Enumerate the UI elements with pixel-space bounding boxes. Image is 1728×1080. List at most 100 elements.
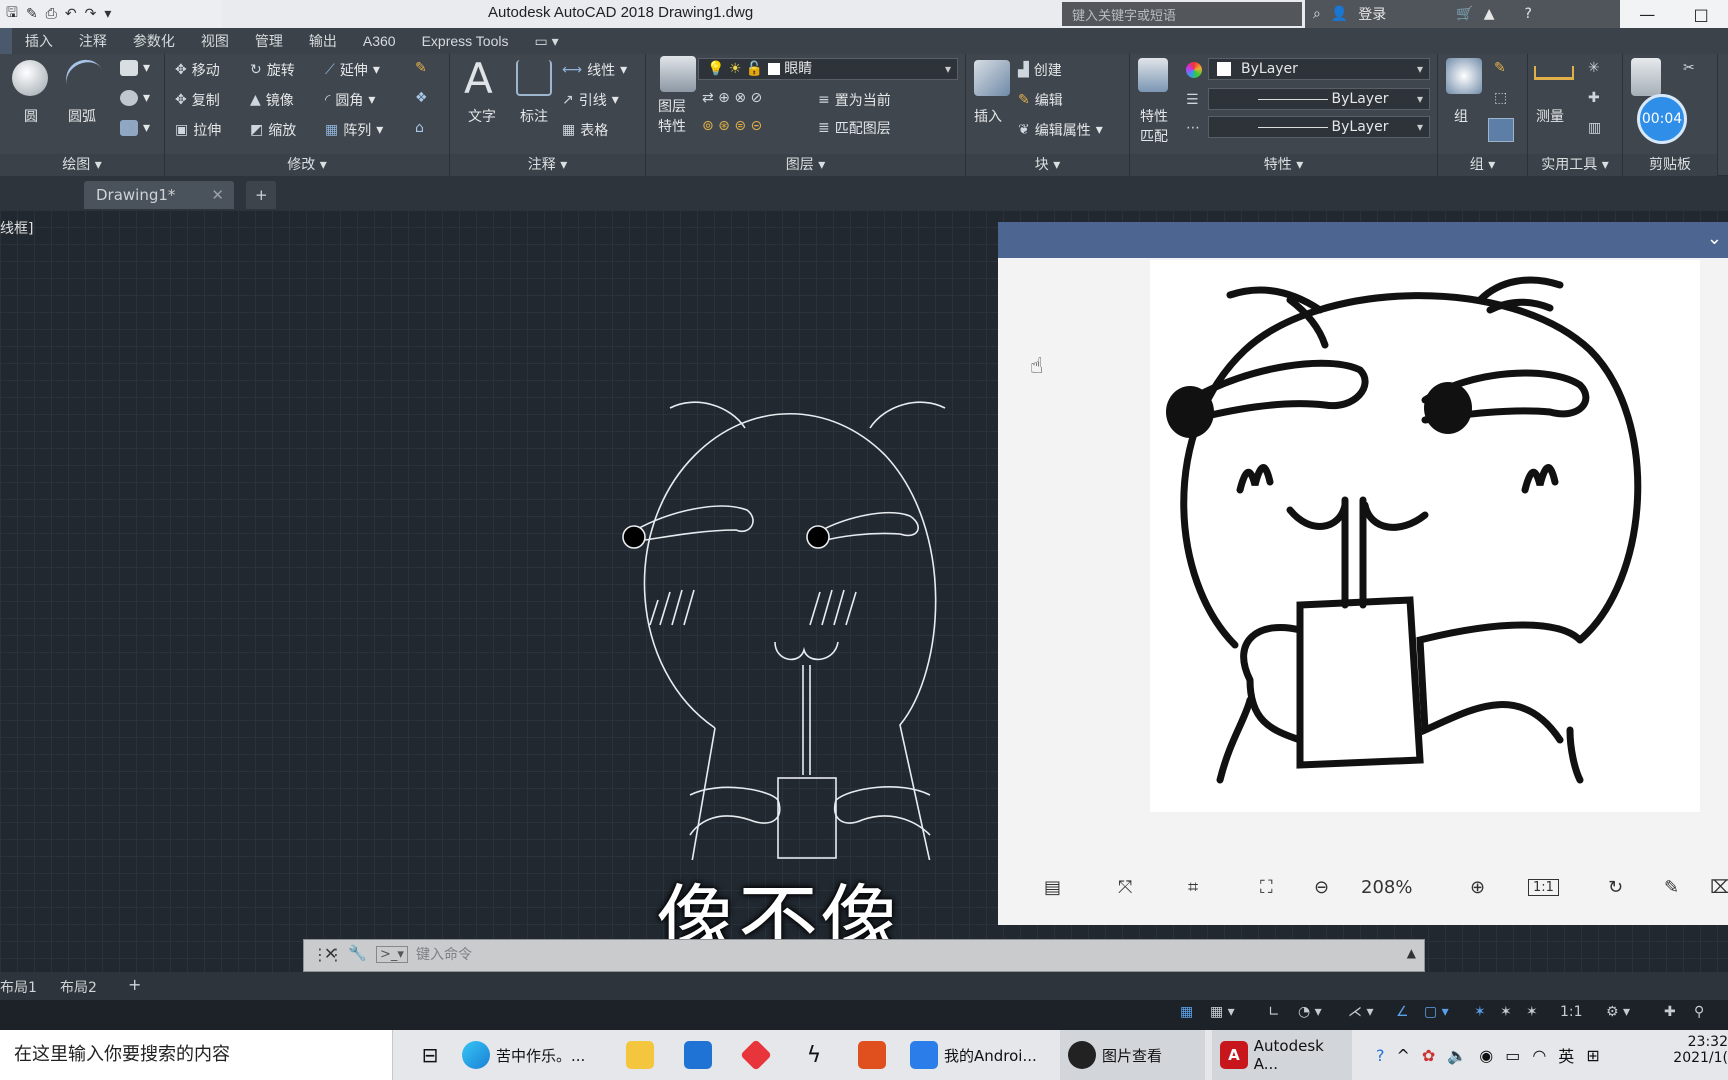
scale-button[interactable]: ◩ 缩放 bbox=[250, 120, 296, 140]
layer-tools-row2[interactable]: ⊚ ⊛ ⊜ ⊝ bbox=[702, 118, 762, 134]
dimension-button[interactable]: 标注 bbox=[520, 106, 548, 126]
group-icon[interactable] bbox=[1446, 58, 1482, 94]
viewport-control-label[interactable]: 线框] bbox=[0, 218, 33, 238]
snap-icon[interactable]: ▦ ▾ bbox=[1210, 1004, 1235, 1026]
match-layer-button[interactable]: ≣ 匹配图层 bbox=[818, 118, 891, 138]
tab-manage[interactable]: 管理 bbox=[242, 28, 296, 54]
redo-icon[interactable]: ↷ bbox=[85, 6, 97, 22]
taskbar-lightning[interactable]: ϟ bbox=[794, 1030, 834, 1080]
text-button[interactable]: 文字 bbox=[468, 106, 496, 126]
cad-drawing[interactable] bbox=[600, 380, 980, 860]
circle-icon[interactable] bbox=[12, 60, 48, 96]
chevron-up-icon[interactable]: ^ bbox=[1397, 1046, 1410, 1065]
layer-properties-icon[interactable] bbox=[660, 56, 696, 92]
wifi-icon[interactable]: ◠ bbox=[1532, 1046, 1546, 1065]
color-dropdown[interactable]: ByLayer bbox=[1208, 58, 1430, 80]
utilities-panel-label[interactable]: 实用工具 ▾ bbox=[1528, 154, 1622, 176]
annotation-scale-value[interactable]: 1:1 bbox=[1560, 1004, 1583, 1026]
ime-indicator[interactable]: 英 bbox=[1558, 1043, 1574, 1067]
color-wheel-icon[interactable] bbox=[1186, 62, 1202, 78]
tab-layout2[interactable]: 布局2 bbox=[60, 977, 97, 997]
zoom-in-icon[interactable]: ⊕ bbox=[1470, 877, 1485, 898]
copy-button[interactable]: ✥ 复制 bbox=[175, 90, 220, 110]
workspace-gear-icon[interactable]: ⚙ ▾ bbox=[1606, 1004, 1630, 1026]
rotate-button[interactable]: ↻ 旋转 bbox=[250, 60, 295, 80]
tab-output[interactable]: 输出 bbox=[296, 28, 350, 54]
mirror-button[interactable]: ▲ 镜像 bbox=[250, 90, 294, 110]
tab-parametric[interactable]: 参数化 bbox=[120, 28, 188, 54]
tab-drawing1[interactable]: Drawing1* ✕ bbox=[84, 181, 234, 209]
edit-image-icon[interactable]: ✎ bbox=[1664, 877, 1679, 898]
lineweight-toggle-icon[interactable]: ▢ ▾ bbox=[1424, 1004, 1449, 1026]
maximize-button[interactable]: □ bbox=[1694, 5, 1709, 24]
properties-panel-label[interactable]: 特性 ▾ bbox=[1130, 154, 1437, 176]
ocr-icon[interactable]: ⌗ bbox=[1188, 877, 1198, 898]
cmd-prompt-icon[interactable]: >_▾ bbox=[376, 946, 408, 963]
create-block-button[interactable]: ▟ 创建 bbox=[1018, 60, 1062, 80]
group-panel-label[interactable]: 组 ▾ bbox=[1438, 154, 1527, 176]
cmd-settings-icon[interactable]: 🔧 bbox=[348, 944, 367, 962]
new-tab-button[interactable]: + bbox=[246, 181, 276, 209]
layer-properties-l1[interactable]: 图层 bbox=[658, 96, 686, 116]
insert-icon[interactable] bbox=[974, 60, 1010, 96]
fillet-button[interactable]: ◜ 圆角 ▾ bbox=[325, 90, 375, 110]
set-current-button[interactable]: ≡ 置为当前 bbox=[818, 90, 891, 110]
binoculars-icon[interactable]: ⌕ bbox=[1313, 6, 1321, 22]
extend-button[interactable]: ⟋ 延伸 ▾ bbox=[325, 60, 380, 80]
rotate-icon[interactable]: ↻ bbox=[1608, 877, 1623, 898]
taskbar-item-android[interactable]: 我的Androi... bbox=[910, 1030, 1050, 1080]
isolate-icon[interactable]: ⚲ bbox=[1694, 1004, 1704, 1026]
circle-button[interactable]: 圆 bbox=[24, 106, 38, 126]
array-button[interactable]: ▦ 阵列 ▾ bbox=[325, 120, 383, 140]
save-icon[interactable]: 🖫 bbox=[6, 2, 18, 26]
group-button[interactable]: 组 bbox=[1454, 106, 1468, 126]
taskbar-app-red[interactable] bbox=[736, 1030, 776, 1080]
add-icon[interactable]: ✚ bbox=[1664, 1004, 1676, 1026]
dynamic-input-icon[interactable]: ∠ bbox=[1396, 1004, 1409, 1026]
taskbar-item-edge[interactable]: 苦中作乐。... bbox=[462, 1030, 597, 1080]
hatch-icon[interactable]: ▾ bbox=[120, 90, 150, 106]
tab-view[interactable]: 视图 bbox=[188, 28, 242, 54]
linear-button[interactable]: ⟷ 线性 ▾ bbox=[562, 60, 627, 80]
linetype-dropdown[interactable]: ByLayer bbox=[1208, 88, 1430, 110]
delete-icon[interactable]: ⌧ bbox=[1710, 877, 1728, 898]
group-edit-icon[interactable]: ⬚ bbox=[1494, 90, 1507, 106]
tab-a360[interactable]: A360 bbox=[350, 28, 409, 54]
lineweight-dropdown[interactable]: ByLayer bbox=[1208, 116, 1430, 138]
annotation-autoscale-icon[interactable]: ✶ bbox=[1526, 1004, 1538, 1026]
taskbar-search[interactable]: 在这里输入你要搜索的内容 bbox=[0, 1030, 393, 1080]
cart-icon[interactable]: 🛒 bbox=[1456, 6, 1473, 22]
tab-annotate[interactable]: 注释 bbox=[66, 28, 120, 54]
insert-button[interactable]: 插入 bbox=[974, 106, 1002, 126]
battery-icon[interactable]: ▭ bbox=[1505, 1046, 1520, 1065]
login-link[interactable]: 登录 bbox=[1358, 4, 1386, 24]
stretch-button[interactable]: ▣ 拉伸 bbox=[175, 120, 221, 140]
osnap-icon[interactable]: ⋌ ▾ bbox=[1348, 1004, 1373, 1026]
match-properties-l1[interactable]: 特性 bbox=[1140, 106, 1168, 126]
paste-icon[interactable] bbox=[1631, 58, 1661, 96]
cmd-close-icon[interactable]: ✕ bbox=[324, 944, 337, 963]
annotation-scale-icon[interactable]: ✶ bbox=[1500, 1004, 1512, 1026]
polar-icon[interactable]: ◔ ▾ bbox=[1298, 1004, 1322, 1026]
point-icon[interactable]: ✚ bbox=[1588, 90, 1600, 106]
help-icon[interactable]: ? bbox=[1525, 6, 1532, 22]
explode-icon[interactable]: ❖ bbox=[415, 90, 428, 106]
quick-select-icon[interactable]: ✳ bbox=[1588, 60, 1600, 76]
offset-icon[interactable]: ⌂ bbox=[415, 120, 424, 136]
task-view-icon[interactable]: ⊟ bbox=[410, 1030, 450, 1080]
tab-insert[interactable]: 插入 bbox=[12, 28, 66, 54]
draw-panel-label[interactable]: 绘图 ▾ bbox=[0, 154, 164, 176]
save-as-icon[interactable]: ✎ bbox=[26, 6, 38, 22]
command-input[interactable]: 键入命令 bbox=[416, 944, 472, 964]
layer-properties-l2[interactable]: 特性 bbox=[658, 116, 686, 136]
tab-home[interactable] bbox=[0, 28, 12, 54]
calculator-icon[interactable]: ▥ bbox=[1588, 120, 1601, 136]
tab-express-tools[interactable]: Express Tools bbox=[409, 28, 522, 54]
fullscreen-icon[interactable]: ⛶ bbox=[1260, 877, 1273, 898]
arc-button[interactable]: 圆弧 bbox=[68, 106, 96, 126]
edit-attribute-button[interactable]: ❦ 编辑属性 ▾ bbox=[1018, 120, 1103, 140]
keyboard-icon[interactable]: ⊞ bbox=[1586, 1046, 1599, 1065]
print-icon[interactable]: ⎙ bbox=[46, 6, 57, 22]
block-panel-label[interactable]: 块 ▾ bbox=[966, 154, 1129, 176]
taskbar-item-image-viewer[interactable]: 图片查看 bbox=[1060, 1030, 1205, 1080]
